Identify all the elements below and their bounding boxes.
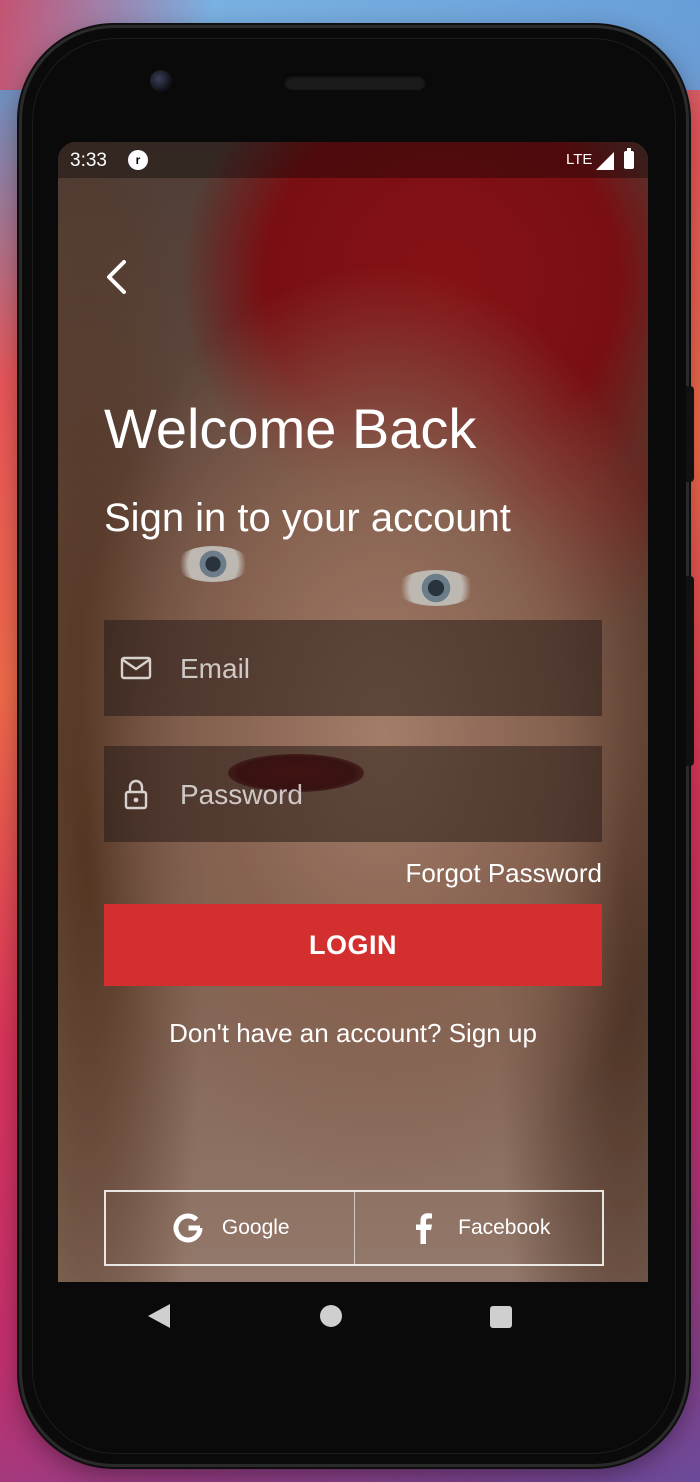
- status-bar: 3:33 r LTE: [58, 142, 648, 178]
- email-input[interactable]: [178, 620, 592, 718]
- chevron-left-icon: [107, 260, 126, 294]
- social-login-group: Google Facebook: [104, 1190, 604, 1266]
- phone-frame: 3:33 r LTE Welcome Back Sign in to your …: [22, 28, 694, 1464]
- lock-icon: [124, 779, 148, 810]
- nav-recents-icon[interactable]: [490, 1306, 512, 1328]
- facebook-icon: [416, 1213, 433, 1244]
- back-button[interactable]: [98, 258, 136, 296]
- email-field: [104, 620, 602, 718]
- status-time: 3:33: [70, 150, 107, 171]
- google-login-label: Google: [221, 1216, 290, 1239]
- login-button[interactable]: LOGIN: [104, 904, 602, 986]
- battery-icon: [624, 148, 634, 169]
- signup-prompt: Don't have an account? Sign up: [58, 1018, 648, 1049]
- network-type: LTE: [566, 151, 593, 168]
- signal-icon: [596, 152, 614, 170]
- front-camera: [150, 70, 172, 92]
- forgot-password-link[interactable]: Forgot Password: [405, 858, 602, 889]
- password-input[interactable]: [178, 746, 592, 844]
- google-icon: [173, 1213, 203, 1243]
- mail-icon: [120, 656, 152, 680]
- app-screen: 3:33 r LTE Welcome Back Sign in to your …: [58, 142, 648, 1282]
- earpiece-speaker: [284, 74, 426, 90]
- android-nav-bar: [36, 1282, 626, 1352]
- power-button: [686, 386, 694, 482]
- signup-link[interactable]: Sign up: [449, 1018, 537, 1048]
- signup-prompt-text: Don't have an account?: [169, 1018, 442, 1048]
- password-field: [104, 746, 602, 844]
- page-subtitle: Sign in to your account: [104, 496, 511, 540]
- nav-back-icon[interactable]: [146, 1302, 172, 1330]
- facebook-login-button[interactable]: Facebook: [353, 1192, 603, 1264]
- nav-home-icon[interactable]: [320, 1305, 342, 1327]
- page-title: Welcome Back: [104, 397, 477, 460]
- app-notification-icon: r: [128, 150, 148, 170]
- facebook-login-label: Facebook: [458, 1216, 551, 1239]
- volume-button: [686, 576, 694, 766]
- google-login-button[interactable]: Google: [106, 1192, 354, 1264]
